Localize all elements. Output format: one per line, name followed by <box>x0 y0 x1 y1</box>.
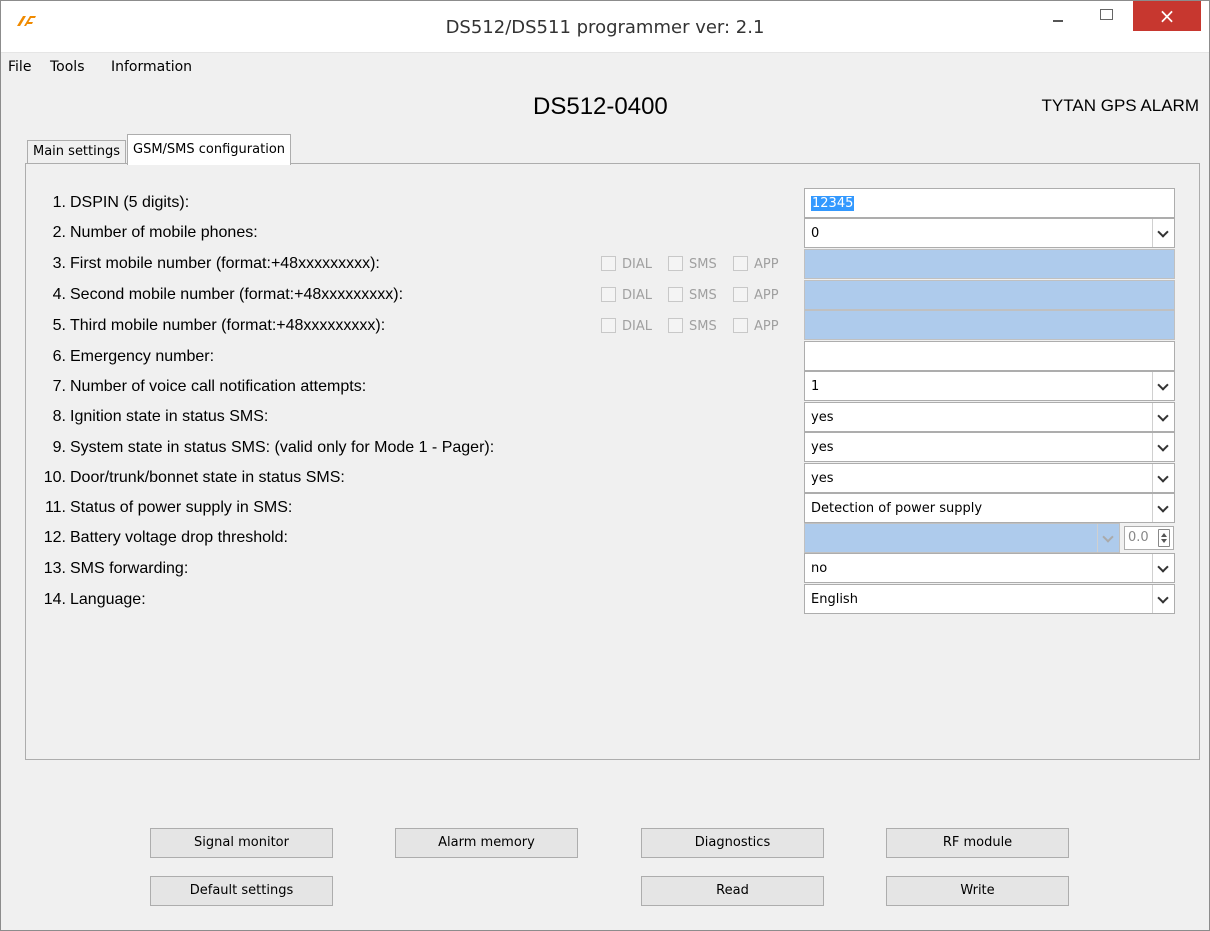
gsm-settings-panel: 1. DSPIN (5 digits): 12345 2. Number of mo… <box>25 163 1200 760</box>
spin-arrows-icon[interactable] <box>1158 529 1170 547</box>
battery-threshold-select[interactable] <box>804 523 1120 553</box>
setting-label-emergency: 6. Emergency number: <box>52 348 215 365</box>
third-mobile-input[interactable] <box>804 310 1175 340</box>
second-dial-checkbox[interactable]: DIAL <box>601 287 652 303</box>
menu-file[interactable]: File <box>8 59 31 75</box>
setting-label-sms-forwarding: 13. SMS forwarding: <box>43 560 189 577</box>
chevron-down-icon <box>1097 524 1119 552</box>
setting-label-first-mobile: 3. First mobile number (format:+48xxxxxxx… <box>52 255 380 272</box>
window-title: DS512/DS511 programmer ver: 2.1 <box>445 17 765 38</box>
chevron-down-icon <box>1152 372 1174 400</box>
emergency-number-input[interactable] <box>804 341 1175 371</box>
minimize-button[interactable] <box>1037 1 1079 31</box>
alarm-memory-button[interactable]: Alarm memory <box>395 828 578 858</box>
setting-label-door-state: 10. Door/trunk/bonnet state in status SMS… <box>43 469 345 486</box>
chevron-down-icon <box>1152 494 1174 522</box>
tab-main-settings[interactable]: Main settings <box>27 140 127 164</box>
signal-monitor-button[interactable]: Signal monitor <box>150 828 333 858</box>
chevron-down-icon <box>1152 433 1174 461</box>
write-button[interactable]: Write <box>886 876 1069 906</box>
third-sms-checkbox[interactable]: SMS <box>668 318 717 334</box>
menu-information[interactable]: Information <box>111 59 192 75</box>
ignition-state-select[interactable]: yes <box>804 402 1175 432</box>
setting-label-language: 14. Language: <box>43 591 146 608</box>
diagnostics-button[interactable]: Diagnostics <box>641 828 824 858</box>
power-supply-select[interactable]: Detection of power supply <box>804 493 1175 523</box>
setting-label-second-mobile: 4. Second mobile number (format:+48xxxxxx… <box>52 286 404 303</box>
sms-forwarding-select[interactable]: no <box>804 553 1175 583</box>
setting-label-power-supply: 11. Status of power supply in SMS: <box>44 499 293 516</box>
chevron-down-icon <box>1152 219 1174 247</box>
second-app-checkbox[interactable]: APP <box>733 287 779 303</box>
setting-label-system-state: 9. System state in status SMS: (valid onl… <box>52 439 495 456</box>
chevron-down-icon <box>1152 585 1174 613</box>
setting-label-ignition: 8. Ignition state in status SMS: <box>52 408 269 425</box>
maximize-button[interactable] <box>1085 1 1127 31</box>
default-settings-button[interactable]: Default settings <box>150 876 333 906</box>
second-mobile-input[interactable] <box>804 280 1175 310</box>
setting-label-mobile-count: 2. Number of mobile phones: <box>52 224 258 241</box>
chevron-down-icon <box>1152 403 1174 431</box>
chevron-down-icon <box>1152 554 1174 582</box>
setting-label-battery-threshold: 12. Battery voltage drop threshold: <box>43 529 288 546</box>
tab-gsm-sms-configuration[interactable]: GSM/SMS configuration <box>127 134 292 165</box>
mobile-count-select[interactable]: 0 <box>804 218 1175 248</box>
setting-label-call-attempts: 7. Number of voice call notification atte… <box>52 378 367 395</box>
close-icon: × <box>1158 4 1176 28</box>
language-select[interactable]: English <box>804 584 1175 614</box>
third-app-checkbox[interactable]: APP <box>733 318 779 334</box>
third-dial-checkbox[interactable]: DIAL <box>601 318 652 334</box>
first-mobile-input[interactable] <box>804 249 1175 279</box>
title-bar: DS512/DS511 programmer ver: 2.1 × <box>1 1 1209 53</box>
menu-bar: File Tools Information <box>1 56 1209 80</box>
read-button[interactable]: Read <box>641 876 824 906</box>
battery-threshold-spinner[interactable]: 0.0 <box>1124 526 1174 550</box>
system-state-select[interactable]: yes <box>804 432 1175 462</box>
rf-module-button[interactable]: RF module <box>886 828 1069 858</box>
brand-label: TYTAN GPS ALARM <box>1041 96 1199 115</box>
first-app-checkbox[interactable]: APP <box>733 256 779 272</box>
call-attempts-select[interactable]: 1 <box>804 371 1175 401</box>
chevron-down-icon <box>1152 464 1174 492</box>
device-model: DS512-0400 <box>533 93 668 120</box>
setting-label-dspin: 1. DSPIN (5 digits): <box>52 194 190 211</box>
dspin-input[interactable]: 12345 <box>804 188 1175 218</box>
setting-label-third-mobile: 5. Third mobile number (format:+48xxxxxxx… <box>52 317 386 334</box>
door-state-select[interactable]: yes <box>804 463 1175 493</box>
close-button[interactable]: × <box>1133 1 1201 31</box>
first-sms-checkbox[interactable]: SMS <box>668 256 717 272</box>
first-dial-checkbox[interactable]: DIAL <box>601 256 652 272</box>
menu-tools[interactable]: Tools <box>50 59 85 75</box>
app-window: DS512/DS511 programmer ver: 2.1 × File T… <box>0 0 1210 931</box>
second-sms-checkbox[interactable]: SMS <box>668 287 717 303</box>
